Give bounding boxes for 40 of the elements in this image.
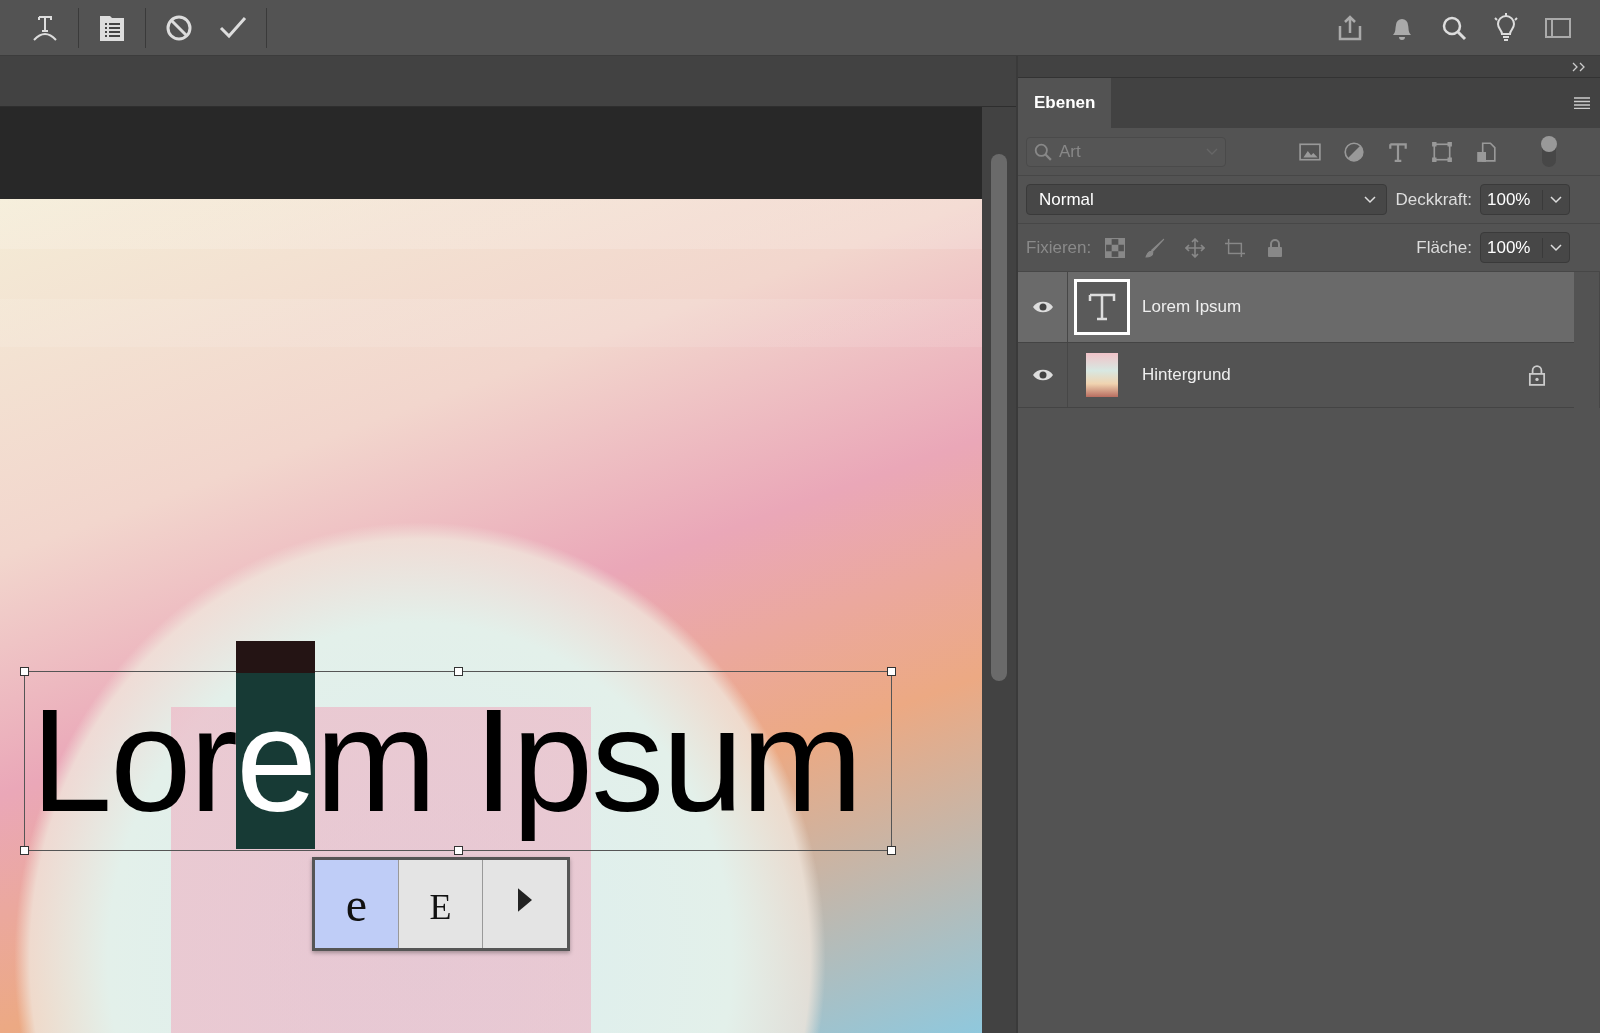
resize-handle[interactable] bbox=[20, 667, 29, 676]
shape-filter-icon[interactable] bbox=[1431, 140, 1453, 163]
image-thumbnail bbox=[1086, 353, 1118, 397]
image-filter-icon[interactable] bbox=[1299, 140, 1321, 163]
smart-object-filter-icon[interactable] bbox=[1475, 140, 1497, 163]
checkerboard-lock-icon[interactable] bbox=[1105, 237, 1126, 258]
resize-handle[interactable] bbox=[887, 667, 896, 676]
panel-tab[interactable]: Ebenen bbox=[1018, 78, 1112, 128]
lightbulb-icon[interactable] bbox=[1491, 12, 1521, 43]
resize-handle[interactable] bbox=[887, 846, 896, 855]
layer-name: Lorem Ipsum bbox=[1142, 297, 1242, 317]
text-layer-text: m Ipsum bbox=[315, 678, 861, 845]
blend-mode-dropdown[interactable]: Normal bbox=[1026, 184, 1388, 215]
text-layer-thumbnail bbox=[1074, 279, 1130, 335]
eye-icon[interactable] bbox=[1031, 300, 1054, 314]
chevron-down-icon[interactable] bbox=[1550, 243, 1562, 252]
adjustment-filter-icon[interactable] bbox=[1343, 140, 1365, 163]
more-arrow-icon[interactable] bbox=[518, 888, 532, 912]
resize-handle[interactable] bbox=[454, 667, 463, 676]
filter-toggle[interactable] bbox=[1542, 136, 1556, 167]
opacity-label: Deckkraft: bbox=[1395, 189, 1472, 210]
layer-row[interactable]: Lorem Ipsum bbox=[1018, 272, 1574, 343]
fill-field[interactable]: 100% bbox=[1480, 232, 1570, 263]
collapse-panel-icon[interactable] bbox=[1572, 61, 1586, 72]
eye-icon[interactable] bbox=[1031, 368, 1054, 382]
glyph-alternate[interactable]: e bbox=[315, 860, 399, 948]
resize-handle[interactable] bbox=[20, 846, 29, 855]
layer-name: Hintergrund bbox=[1142, 365, 1231, 385]
resize-handle[interactable] bbox=[454, 846, 463, 855]
fill-label: Fläche: bbox=[1416, 237, 1472, 258]
chevron-down-icon bbox=[1364, 195, 1377, 204]
search-icon bbox=[1034, 142, 1052, 161]
chevron-down-icon[interactable] bbox=[1550, 195, 1562, 204]
menu-icon[interactable] bbox=[1574, 97, 1590, 109]
layer-row[interactable]: Hintergrund bbox=[1018, 343, 1574, 408]
scrollbar-thumb[interactable] bbox=[991, 154, 1007, 681]
text-layer-text: Lor bbox=[31, 678, 236, 845]
type-filter-icon[interactable] bbox=[1387, 140, 1409, 163]
glyph-alternate[interactable]: E bbox=[399, 860, 483, 948]
opacity-field[interactable]: 100% bbox=[1480, 184, 1570, 215]
